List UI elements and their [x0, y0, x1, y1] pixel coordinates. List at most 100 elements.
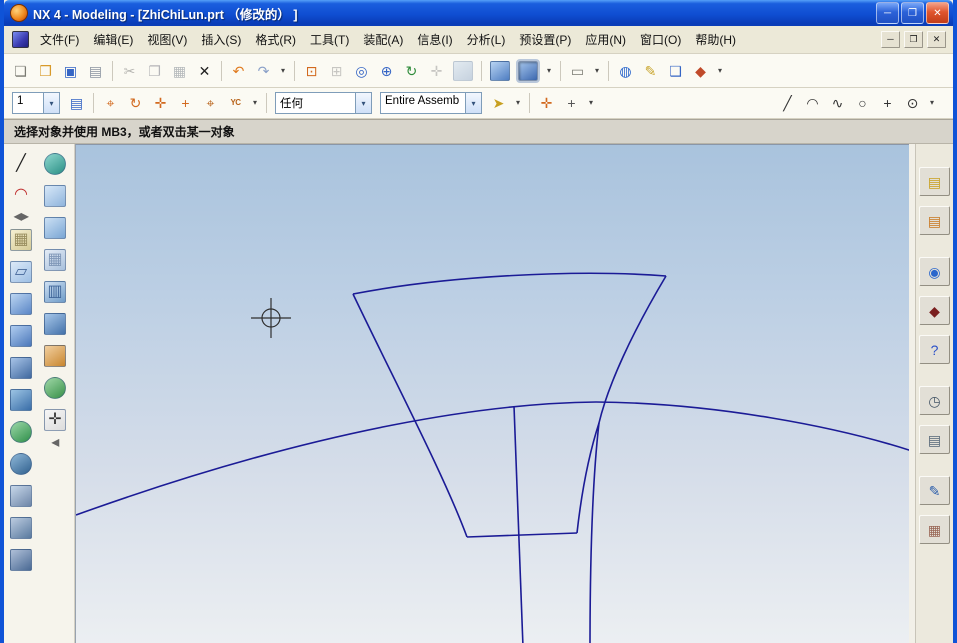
- curve-right-flank[interactable]: [590, 276, 666, 643]
- undo-button[interactable]: ↶: [227, 59, 250, 82]
- curve-inner-right-flank[interactable]: [577, 423, 599, 533]
- wcs-dropdown[interactable]: ▾: [249, 92, 261, 115]
- menu-item[interactable]: 预设置(P): [512, 28, 578, 51]
- box-button[interactable]: [44, 345, 66, 367]
- curve-center-line[interactable]: [514, 406, 523, 643]
- circle-center-button[interactable]: ⊙: [901, 92, 924, 115]
- block-button[interactable]: [10, 357, 32, 379]
- menu-item[interactable]: 文件(F): [33, 28, 86, 51]
- surface-button[interactable]: [44, 217, 66, 239]
- redo-button[interactable]: ↷: [252, 59, 275, 82]
- mdi-minimize-button[interactable]: ─: [881, 31, 900, 48]
- menu-item[interactable]: 信息(I): [410, 28, 459, 51]
- internet-button[interactable]: ◉: [919, 257, 950, 286]
- arc-curve-button[interactable]: ◠: [801, 92, 824, 115]
- mdi-close-button[interactable]: ✕: [927, 31, 946, 48]
- point-button[interactable]: ✛: [44, 409, 66, 431]
- information-button[interactable]: ▤: [919, 425, 950, 454]
- snap-point-button[interactable]: ✛: [535, 92, 558, 115]
- menu-item[interactable]: 视图(V): [140, 28, 194, 51]
- materials-button[interactable]: ▦: [919, 515, 950, 544]
- selection-intent-button[interactable]: ➤: [487, 92, 510, 115]
- new-button[interactable]: ❏: [9, 59, 32, 82]
- globe-search-button[interactable]: ◍: [614, 59, 637, 82]
- history-button[interactable]: ◷: [919, 386, 950, 415]
- snap-dropdown[interactable]: ▾: [585, 92, 597, 115]
- curve-dropdown[interactable]: ▾: [926, 92, 938, 115]
- print-button[interactable]: ▤: [84, 59, 107, 82]
- layer-combo[interactable]: 1 ▾: [12, 92, 60, 114]
- menu-item[interactable]: 分析(L): [460, 28, 513, 51]
- wcs-yc-button[interactable]: YC: [224, 92, 247, 115]
- help-button[interactable]: ?: [919, 335, 950, 364]
- point-dialog-button[interactable]: +: [560, 92, 583, 115]
- menu-item[interactable]: 窗口(O): [633, 28, 688, 51]
- view-toolbar-dropdown[interactable]: ▾: [714, 59, 726, 82]
- selection-filter-arrow[interactable]: ▾: [355, 93, 371, 113]
- zoom-button[interactable]: ◎: [350, 59, 373, 82]
- display-mode-dropdown[interactable]: ▾: [543, 59, 555, 82]
- measure-dropdown[interactable]: ▾: [591, 59, 603, 82]
- sketch-button[interactable]: ▦: [10, 229, 32, 251]
- paste-button[interactable]: ▦: [168, 59, 191, 82]
- zoom-in-out-button[interactable]: ⊕: [375, 59, 398, 82]
- line-curve-button[interactable]: ╱: [776, 92, 799, 115]
- menu-item[interactable]: 插入(S): [194, 28, 248, 51]
- close-button[interactable]: ✕: [926, 2, 949, 24]
- cube-button[interactable]: [44, 313, 66, 335]
- open-button[interactable]: ❒: [34, 59, 57, 82]
- menu-item[interactable]: 编辑(E): [86, 28, 140, 51]
- selection-filter-combo[interactable]: 任何 ▾: [275, 92, 372, 114]
- part-navigator-button[interactable]: ▤: [919, 206, 950, 235]
- palette-button[interactable]: ◆: [689, 59, 712, 82]
- extrude-button[interactable]: [10, 293, 32, 315]
- training-button[interactable]: ◆: [919, 296, 950, 325]
- cylinder-button[interactable]: [10, 389, 32, 411]
- wcs-rotate-button[interactable]: ↻: [124, 92, 147, 115]
- measure-button[interactable]: ▭: [566, 59, 589, 82]
- menu-item[interactable]: 格式(R): [248, 28, 303, 51]
- hole-button[interactable]: [10, 485, 32, 507]
- datum-plane-button[interactable]: ▱: [10, 261, 32, 283]
- layers-button[interactable]: ❑: [664, 59, 687, 82]
- layer-visibility-button[interactable]: ▤: [65, 92, 88, 115]
- wcs-display-button[interactable]: +: [174, 92, 197, 115]
- selection-scope-arrow[interactable]: ▾: [465, 93, 481, 113]
- book-button[interactable]: ▥: [44, 281, 66, 303]
- wcs-origin-button[interactable]: ✛: [149, 92, 172, 115]
- delete-button[interactable]: ✕: [193, 59, 216, 82]
- mdi-restore-button[interactable]: ❐: [904, 31, 923, 48]
- point-curve-button[interactable]: +: [876, 92, 899, 115]
- toolbar-options-dropdown[interactable]: ▾: [277, 59, 289, 82]
- pan-view-button[interactable]: ✛: [425, 59, 448, 82]
- annotation-button[interactable]: ✎: [639, 59, 662, 82]
- graphics-window[interactable]: [75, 144, 909, 643]
- sphere-button[interactable]: [44, 377, 66, 399]
- toolbar-collapse-arrows[interactable]: ◂▸: [8, 211, 34, 223]
- sheet-body-button[interactable]: [44, 185, 66, 207]
- circle-curve-button[interactable]: ○: [851, 92, 874, 115]
- spline-curve-button[interactable]: ∿: [826, 92, 849, 115]
- menu-item[interactable]: 装配(A): [356, 28, 410, 51]
- shaded-edges-view-button[interactable]: [518, 61, 538, 81]
- wcs-orient-button[interactable]: ⌖: [199, 92, 222, 115]
- assembly-navigator-button[interactable]: ▤: [919, 167, 950, 196]
- revolve-button[interactable]: [10, 325, 32, 347]
- line-tool-button[interactable]: ╱: [8, 151, 34, 176]
- selection-intent-dropdown[interactable]: ▾: [512, 92, 524, 115]
- plane-grid-button[interactable]: ▦: [44, 249, 66, 271]
- unite-button[interactable]: [10, 421, 32, 443]
- cut-button[interactable]: ✂: [118, 59, 141, 82]
- restore-button[interactable]: ❐: [901, 2, 924, 24]
- menu-item[interactable]: 工具(T): [303, 28, 356, 51]
- thread-button[interactable]: [10, 549, 32, 571]
- copy-button[interactable]: ❐: [143, 59, 166, 82]
- arc-tool-button[interactable]: ◠: [8, 182, 34, 207]
- menu-item[interactable]: 应用(N): [578, 28, 633, 51]
- wcs-dynamics-button[interactable]: ⌖: [99, 92, 122, 115]
- annotation-pen-button[interactable]: ✎: [919, 476, 950, 505]
- save-button[interactable]: ▣: [59, 59, 82, 82]
- shaded-view-button[interactable]: [490, 61, 510, 81]
- rotate-view-button[interactable]: ↻: [400, 59, 423, 82]
- minimize-button[interactable]: ─: [876, 2, 899, 24]
